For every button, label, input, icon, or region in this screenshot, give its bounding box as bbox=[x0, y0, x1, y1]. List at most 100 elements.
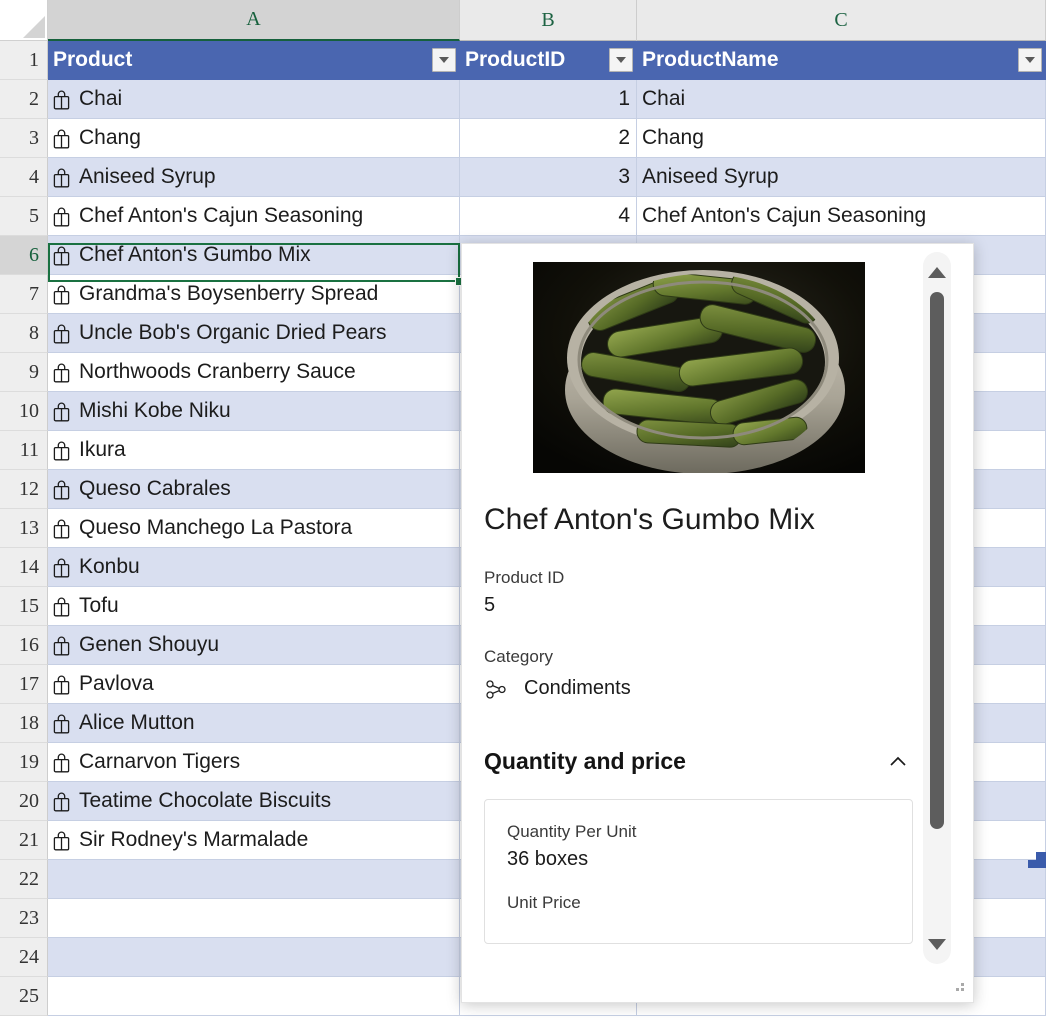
cell-a10-text: Mishi Kobe Niku bbox=[79, 399, 231, 422]
row-header-22[interactable]: 22 bbox=[0, 860, 48, 899]
row-header-16[interactable]: 16 bbox=[0, 626, 48, 665]
row-header-20[interactable]: 20 bbox=[0, 782, 48, 821]
shopping-bag-icon bbox=[53, 363, 70, 383]
row-header-17[interactable]: 17 bbox=[0, 665, 48, 704]
shopping-bag-icon bbox=[53, 714, 70, 734]
column-header-a[interactable]: A bbox=[48, 0, 460, 41]
row-header-15[interactable]: 15 bbox=[0, 587, 48, 626]
filter-dropdown-icon[interactable] bbox=[432, 48, 456, 72]
cell-b5[interactable]: 4 bbox=[460, 197, 637, 236]
filter-dropdown-icon[interactable] bbox=[609, 48, 633, 72]
row-header-5[interactable]: 5 bbox=[0, 197, 48, 236]
select-all-corner[interactable] bbox=[0, 0, 48, 41]
row-header-18[interactable]: 18 bbox=[0, 704, 48, 743]
table-row: Chai 1 Chai bbox=[48, 80, 1046, 119]
table-row: Aniseed Syrup 3 Aniseed Syrup bbox=[48, 158, 1046, 197]
scroll-down-arrow-icon[interactable] bbox=[923, 930, 951, 958]
row-header-6[interactable]: 6 bbox=[0, 236, 48, 275]
scroll-up-arrow-icon[interactable] bbox=[923, 258, 951, 286]
cell-b3-text: 2 bbox=[618, 126, 630, 149]
cell-a14[interactable]: Konbu bbox=[48, 548, 460, 587]
row-header-19[interactable]: 19 bbox=[0, 743, 48, 782]
card-vertical-scrollbar[interactable] bbox=[923, 252, 951, 964]
cell-a25[interactable] bbox=[48, 977, 460, 1016]
cell-a17[interactable]: Pavlova bbox=[48, 665, 460, 704]
cell-b4-text: 3 bbox=[618, 165, 630, 188]
row-header-10[interactable]: 10 bbox=[0, 392, 48, 431]
cell-c4[interactable]: Aniseed Syrup bbox=[637, 158, 1046, 197]
cell-b5-text: 4 bbox=[618, 204, 630, 227]
cell-a15[interactable]: Tofu bbox=[48, 587, 460, 626]
column-header-row: A B C bbox=[0, 0, 1046, 41]
cell-b4[interactable]: 3 bbox=[460, 158, 637, 197]
row-header-11[interactable]: 11 bbox=[0, 431, 48, 470]
cell-a18[interactable]: Alice Mutton bbox=[48, 704, 460, 743]
cell-a3[interactable]: Chang bbox=[48, 119, 460, 158]
cell-a14-text: Konbu bbox=[79, 555, 140, 578]
header-cell-productname[interactable]: ProductName bbox=[637, 41, 1046, 80]
cell-a19[interactable]: Carnarvon Tigers bbox=[48, 743, 460, 782]
scrollbar-thumb[interactable] bbox=[930, 292, 944, 829]
cell-a13-text: Queso Manchego La Pastora bbox=[79, 516, 353, 539]
row-header-13[interactable]: 13 bbox=[0, 509, 48, 548]
cell-c3[interactable]: Chang bbox=[637, 119, 1046, 158]
chevron-up-icon[interactable] bbox=[883, 747, 913, 777]
row-header-8[interactable]: 8 bbox=[0, 314, 48, 353]
cell-b2[interactable]: 1 bbox=[460, 80, 637, 119]
shopping-bag-icon bbox=[53, 480, 70, 500]
row-header-7[interactable]: 7 bbox=[0, 275, 48, 314]
row-header-3[interactable]: 3 bbox=[0, 119, 48, 158]
cell-a8[interactable]: Uncle Bob's Organic Dried Pears bbox=[48, 314, 460, 353]
cell-a5[interactable]: Chef Anton's Cajun Seasoning bbox=[48, 197, 460, 236]
shopping-bag-icon bbox=[53, 597, 70, 617]
cell-a23[interactable] bbox=[48, 899, 460, 938]
cell-a15-text: Tofu bbox=[79, 594, 119, 617]
entity-link-icon bbox=[484, 677, 508, 701]
cell-a17-text: Pavlova bbox=[79, 672, 154, 695]
section-quantity-and-price-header[interactable]: Quantity and price bbox=[484, 747, 913, 777]
cell-a6-text: Chef Anton's Gumbo Mix bbox=[79, 243, 311, 266]
row-header-4[interactable]: 4 bbox=[0, 158, 48, 197]
resize-grip-icon[interactable] bbox=[952, 982, 966, 996]
cell-a10[interactable]: Mishi Kobe Niku bbox=[48, 392, 460, 431]
cell-a24[interactable] bbox=[48, 938, 460, 977]
table-resize-corner[interactable] bbox=[1028, 852, 1046, 868]
field-label-product-id: Product ID bbox=[484, 567, 565, 587]
cell-a13[interactable]: Queso Manchego La Pastora bbox=[48, 509, 460, 548]
cell-a11[interactable]: Ikura bbox=[48, 431, 460, 470]
row-header-23[interactable]: 23 bbox=[0, 899, 48, 938]
cell-a16[interactable]: Genen Shouyu bbox=[48, 626, 460, 665]
cell-a9[interactable]: Northwoods Cranberry Sauce bbox=[48, 353, 460, 392]
cell-a2[interactable]: Chai bbox=[48, 80, 460, 119]
row-header-2[interactable]: 2 bbox=[0, 80, 48, 119]
header-cell-product[interactable]: Product bbox=[48, 41, 460, 80]
shopping-bag-icon bbox=[53, 402, 70, 422]
row-header-14[interactable]: 14 bbox=[0, 548, 48, 587]
cell-c5[interactable]: Chef Anton's Cajun Seasoning bbox=[637, 197, 1046, 236]
card-scroll-viewport: Chef Anton's Gumbo Mix Product ID 5 Cate… bbox=[462, 244, 935, 968]
record-data-card[interactable]: Chef Anton's Gumbo Mix Product ID 5 Cate… bbox=[461, 243, 974, 1003]
row-header-12[interactable]: 12 bbox=[0, 470, 48, 509]
row-header-1[interactable]: 1 bbox=[0, 41, 48, 80]
cell-a7[interactable]: Grandma's Boysenberry Spread bbox=[48, 275, 460, 314]
column-header-b[interactable]: B bbox=[460, 0, 637, 41]
header-cell-productid[interactable]: ProductID bbox=[460, 41, 637, 80]
row-header-24[interactable]: 24 bbox=[0, 938, 48, 977]
cell-a12[interactable]: Queso Cabrales bbox=[48, 470, 460, 509]
row-header-21[interactable]: 21 bbox=[0, 821, 48, 860]
column-header-c[interactable]: C bbox=[637, 0, 1046, 41]
cell-a20[interactable]: Teatime Chocolate Biscuits bbox=[48, 782, 460, 821]
cell-c2[interactable]: Chai bbox=[637, 80, 1046, 119]
cell-a4[interactable]: Aniseed Syrup bbox=[48, 158, 460, 197]
cell-b3[interactable]: 2 bbox=[460, 119, 637, 158]
sub-label-unit-price: Unit Price bbox=[507, 892, 581, 912]
filter-dropdown-icon[interactable] bbox=[1018, 48, 1042, 72]
quantity-price-subcard: Quantity Per Unit 36 boxes Unit Price bbox=[484, 798, 913, 944]
cell-a5-text: Chef Anton's Cajun Seasoning bbox=[79, 204, 364, 227]
row-header-25[interactable]: 25 bbox=[0, 977, 48, 1016]
cell-c2-text: Chai bbox=[642, 87, 686, 110]
row-header-9[interactable]: 9 bbox=[0, 353, 48, 392]
cell-a22[interactable] bbox=[48, 860, 460, 899]
cell-a6[interactable]: Chef Anton's Gumbo Mix bbox=[48, 236, 460, 275]
cell-a21[interactable]: Sir Rodney's Marmalade bbox=[48, 821, 460, 860]
